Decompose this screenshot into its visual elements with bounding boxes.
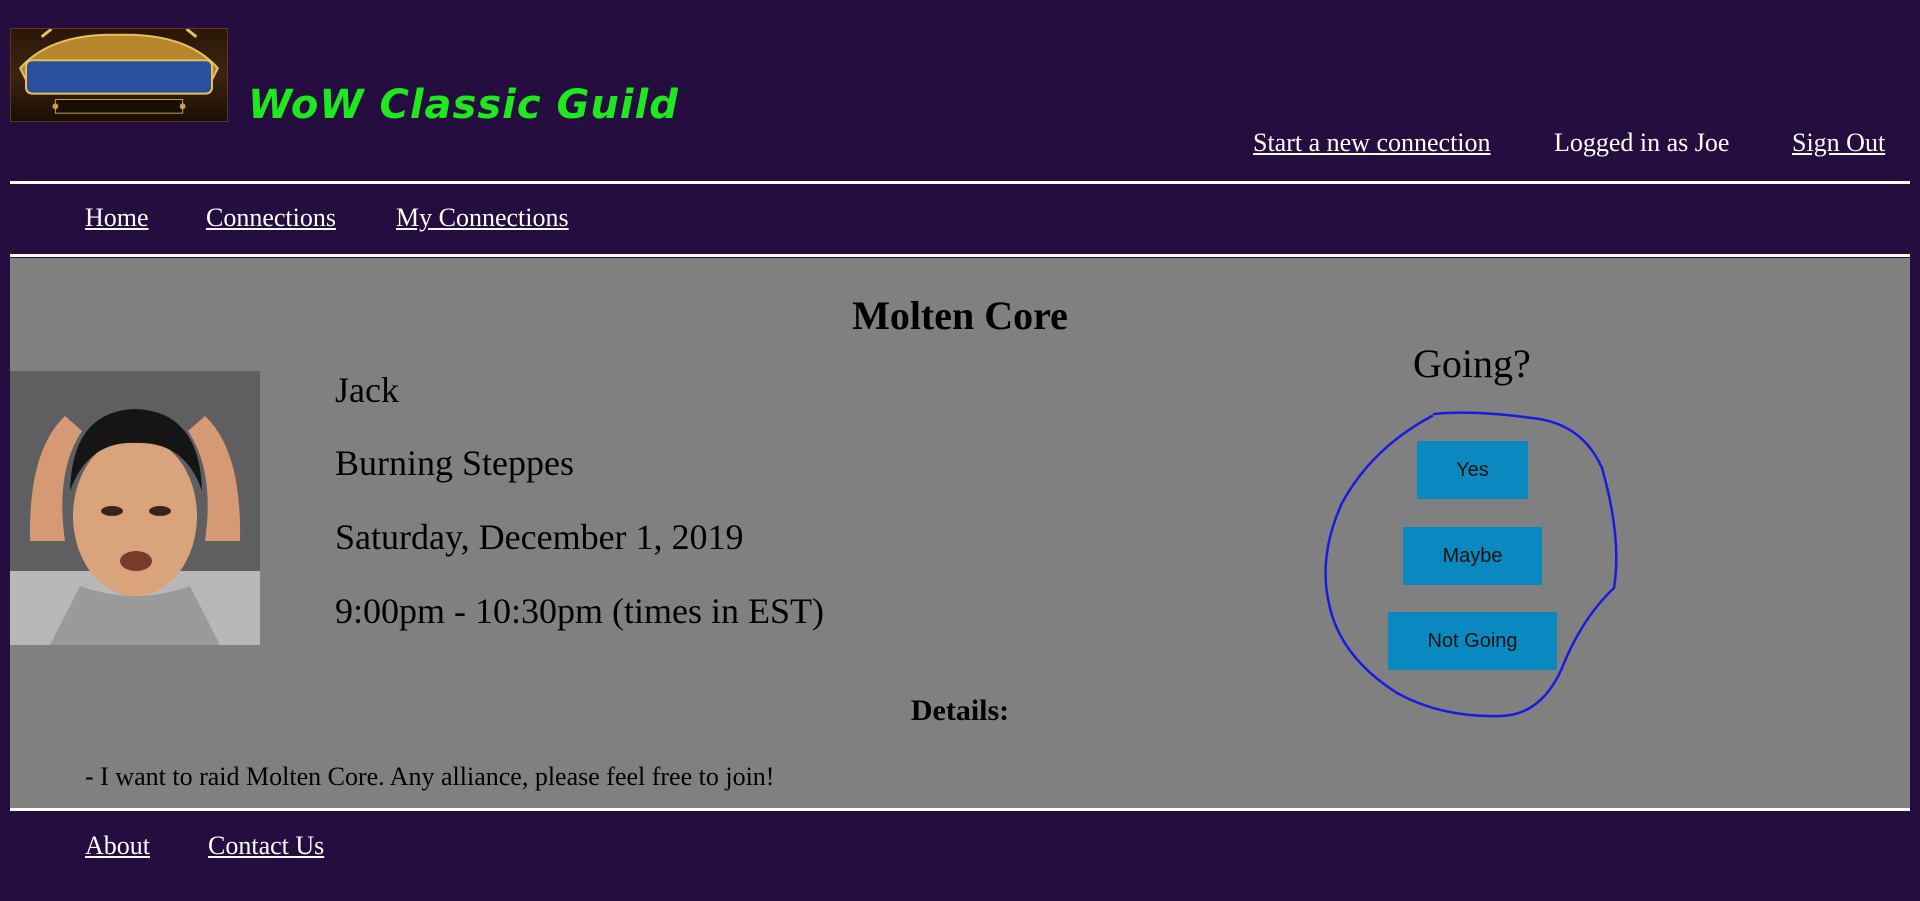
nav-home-link[interactable]: Home bbox=[85, 203, 149, 233]
event-title: Molten Core bbox=[852, 293, 1068, 338]
logged-in-status: Logged in as Joe bbox=[1554, 128, 1730, 157]
host-photo bbox=[10, 371, 260, 645]
event-date: Saturday, December 1, 2019 bbox=[335, 517, 744, 557]
nav-my-connections-link[interactable]: My Connections bbox=[396, 203, 569, 233]
event-host: Jack bbox=[335, 370, 399, 410]
rsvp-maybe-button[interactable]: Maybe bbox=[1403, 527, 1542, 585]
nav-connections-link[interactable]: Connections bbox=[206, 203, 336, 233]
footer-contact-link[interactable]: Contact Us bbox=[208, 831, 324, 861]
new-connection-link[interactable]: Start a new connection bbox=[1253, 128, 1491, 158]
event-location: Burning Steppes bbox=[335, 443, 574, 483]
site-title: WoW Classic Guild bbox=[248, 82, 679, 128]
nav-divider bbox=[10, 254, 1910, 257]
account-links: Start a new connection Logged in as Joe … bbox=[0, 128, 1920, 164]
site-header: WoW Classic Guild Start a new connection… bbox=[0, 0, 1920, 184]
event-time: 9:00pm - 10:30pm (times in EST) bbox=[335, 591, 824, 631]
details-heading: Details: bbox=[910, 694, 1010, 727]
rsvp-question: Going? bbox=[1413, 341, 1531, 386]
footer-divider bbox=[10, 808, 1910, 811]
sign-out-link[interactable]: Sign Out bbox=[1792, 128, 1885, 158]
rsvp-not-going-button[interactable]: Not Going bbox=[1388, 612, 1557, 670]
details-text: - I want to raid Molten Core. Any allian… bbox=[85, 762, 775, 791]
logo-emblem-icon bbox=[18, 29, 220, 114]
host-photo-icon bbox=[10, 371, 260, 645]
wow-classic-logo[interactable] bbox=[10, 28, 228, 122]
header-divider bbox=[10, 181, 1910, 184]
footer-about-link[interactable]: About bbox=[85, 831, 150, 861]
rsvp-yes-button[interactable]: Yes bbox=[1417, 441, 1528, 499]
event-panel: Molten Core Jack Burning Steppes Saturda… bbox=[10, 258, 1910, 808]
